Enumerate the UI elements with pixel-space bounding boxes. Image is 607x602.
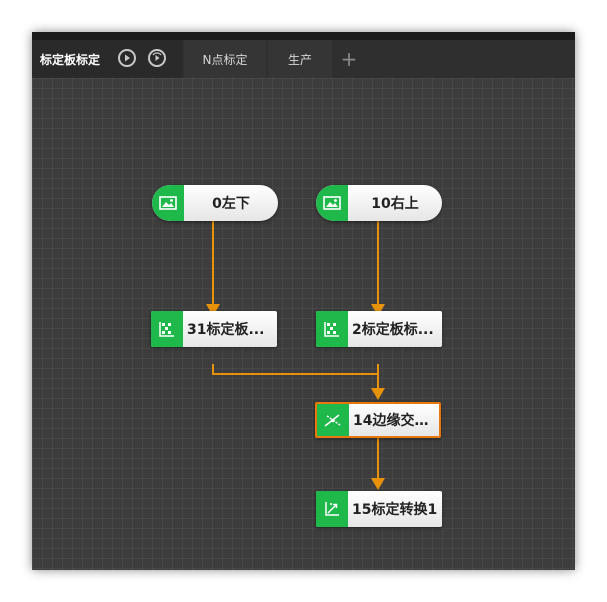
tab-bar: 标定板标定 N点标定 生产 +: [32, 40, 575, 78]
node-0-bottom-left[interactable]: 0左下: [152, 185, 278, 221]
tab-n-point-calibration[interactable]: N点标定: [184, 40, 266, 78]
image-icon: [152, 185, 184, 221]
plus-icon: +: [340, 47, 358, 71]
arrow-into-14: [371, 388, 385, 400]
node-label: 2标定板标...: [352, 322, 434, 338]
image-icon: [316, 185, 348, 221]
node-label: 15标定转换1: [352, 502, 438, 518]
run-loop-icon[interactable]: [148, 49, 166, 67]
node-10-top-right[interactable]: 10右上: [316, 185, 442, 221]
tab-production[interactable]: 生产: [268, 40, 332, 78]
connection-wires: [206, 218, 385, 490]
node-14-edge-intersection[interactable]: 14边缘交点1: [315, 402, 441, 438]
node-label: 31标定板...: [187, 322, 265, 338]
coordinate-transform-icon: [316, 491, 348, 527]
title-strip: [32, 32, 575, 40]
tab-label: 生产: [287, 52, 312, 67]
node-15-calibration-transform[interactable]: 15标定转换1: [316, 491, 442, 527]
wire-31-to-14: [212, 364, 378, 375]
calibration-board-icon: [151, 311, 183, 347]
node-label: 10右上: [371, 196, 419, 212]
edge-intersection-icon: [317, 404, 349, 436]
node-label: 14边缘交点1: [353, 413, 439, 429]
add-tab-button[interactable]: +: [336, 40, 362, 78]
calibration-board-icon: [316, 311, 348, 347]
arrow-14-to-15: [371, 478, 385, 490]
tab-label: 标定板标定: [40, 52, 101, 67]
flow-canvas[interactable]: 0左下 10右上 31标定板... 2标定板标... 14边缘交点1 15标定转…: [32, 78, 575, 570]
tab-calibration-board[interactable]: 标定板标定: [32, 40, 182, 78]
tab-label: N点标定: [202, 52, 248, 67]
node-31-calibration-board[interactable]: 31标定板...: [151, 311, 277, 347]
node-2-calibration-board[interactable]: 2标定板标...: [316, 311, 442, 347]
run-once-icon[interactable]: [118, 49, 136, 67]
app-window: 标定板标定 N点标定 生产 + 0左下 10右上 31标定板... 2标定板标.…: [32, 32, 575, 570]
node-label: 0左下: [212, 196, 250, 212]
